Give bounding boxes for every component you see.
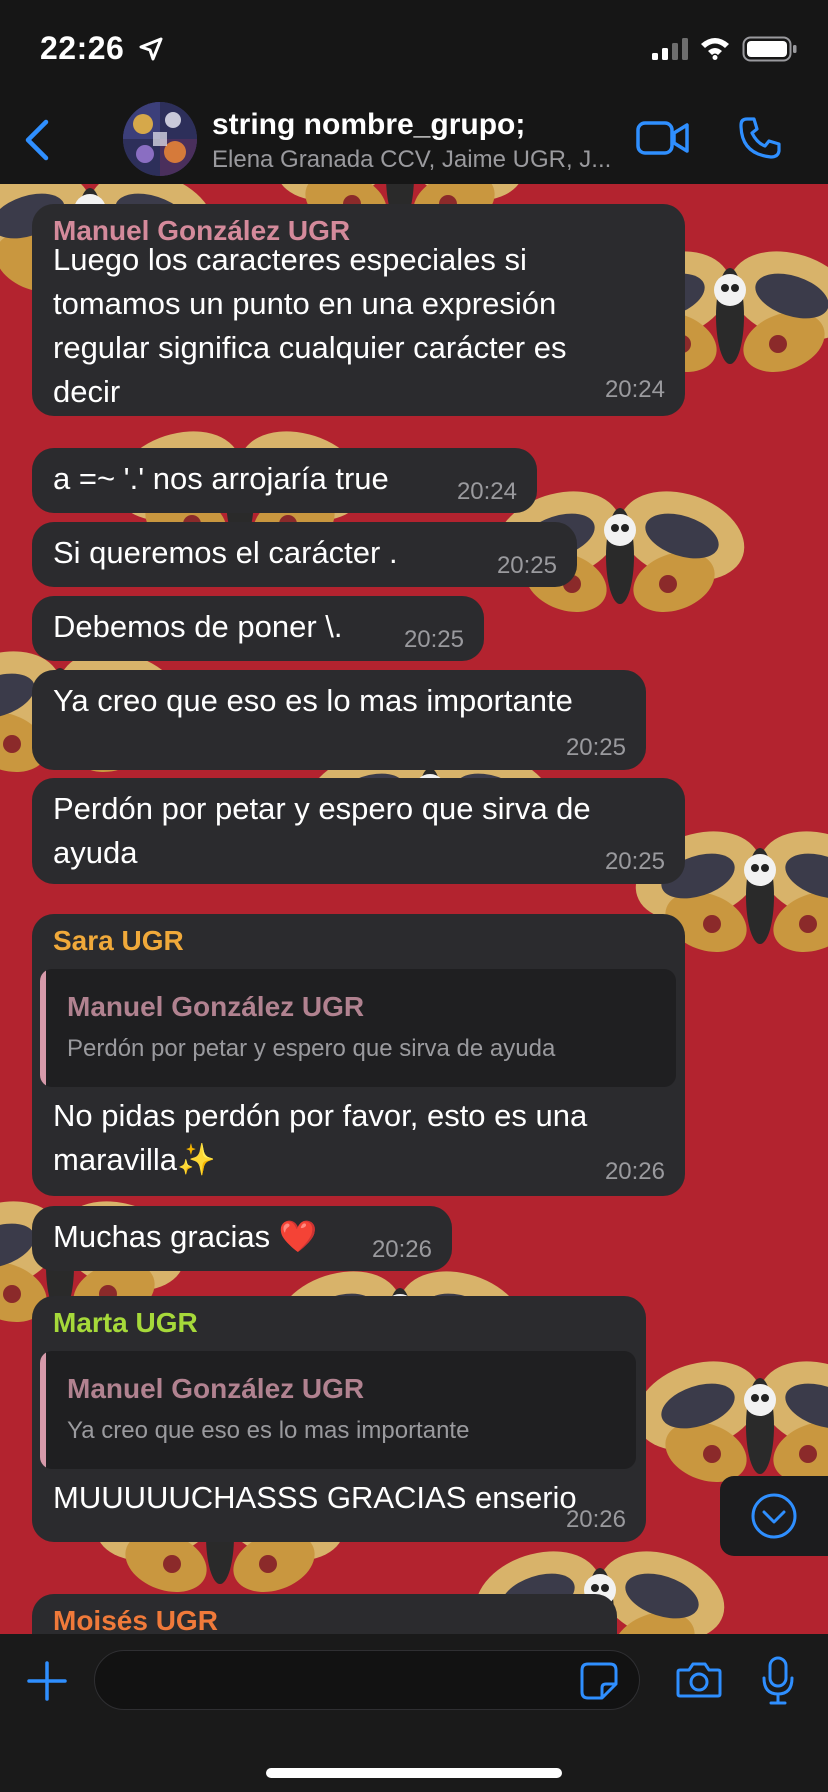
message-sender: Moisés UGR: [53, 1605, 218, 1634]
message-time: 20:25: [604, 848, 665, 875]
message-text-line: ayuda: [53, 835, 138, 870]
message-bubble[interactable]: Moisés UGR: [32, 1594, 617, 1634]
message-time: 20:25: [496, 552, 557, 579]
message-bubble[interactable]: a =~ '.' nos arrojaría true 20:24: [32, 448, 537, 513]
message-sender: Marta UGR: [53, 1307, 198, 1338]
video-call-icon[interactable]: [636, 118, 690, 158]
message-time: 20:25: [565, 734, 626, 761]
quote-bar: [40, 969, 46, 1087]
quoted-text: Ya creo que eso es lo mas importante: [67, 1417, 470, 1444]
chat-header: string nombre_grupo; Elena Granada CCV, …: [0, 96, 828, 185]
status-time: 22:26: [40, 30, 125, 66]
plus-icon[interactable]: [26, 1660, 68, 1702]
message-bubble[interactable]: Debemos de poner \. 20:25: [32, 596, 484, 661]
message-text-line: regular significa cualquier carácter es: [53, 330, 567, 365]
message-bubble[interactable]: Ya creo que eso es lo mas importante 20:…: [32, 670, 646, 770]
quoted-sender: Manuel González UGR: [67, 991, 365, 1022]
message-sender: Sara UGR: [53, 925, 184, 956]
microphone-icon[interactable]: [760, 1656, 796, 1706]
scroll-down-icon: [751, 1493, 797, 1539]
scroll-to-bottom-button[interactable]: [720, 1476, 828, 1556]
group-avatar[interactable]: [123, 102, 197, 176]
group-name[interactable]: string nombre_grupo;: [212, 108, 525, 142]
quoted-message[interactable]: Manuel González UGR Ya creo que eso es l…: [40, 1351, 636, 1469]
message-bubble[interactable]: Perdón por petar y espero que sirva de a…: [32, 778, 685, 884]
signal-icon: [652, 38, 688, 60]
message-bubble[interactable]: Muchas gracias ❤️ 20:26: [32, 1206, 452, 1271]
back-chevron-icon[interactable]: [22, 118, 52, 162]
message-time: 20:26: [604, 1158, 665, 1185]
message-time: 20:25: [403, 626, 464, 653]
message-text-line: tomamos un punto en una expresión: [53, 286, 557, 321]
chat-area[interactable]: Manuel González UGR Luego los caracteres…: [0, 184, 828, 1634]
home-indicator[interactable]: [266, 1768, 562, 1778]
message-time: 20:24: [456, 478, 517, 505]
group-members[interactable]: Elena Granada CCV, Jaime UGR, J...: [212, 146, 611, 174]
message-text-line: Perdón por petar y espero que sirva de: [53, 791, 591, 826]
message-bubble[interactable]: Manuel González UGR Luego los caracteres…: [32, 204, 685, 416]
quoted-text: Perdón por petar y espero que sirva de a…: [67, 1035, 556, 1062]
message-text-line: No pidas perdón por favor, esto es una: [53, 1098, 588, 1133]
location-arrow-icon: [139, 37, 163, 61]
message-time: 20:26: [371, 1236, 432, 1263]
message-input[interactable]: [94, 1650, 640, 1710]
sticker-icon[interactable]: [580, 1662, 618, 1700]
phone-icon[interactable]: [738, 116, 782, 160]
camera-icon[interactable]: [676, 1660, 722, 1700]
quoted-sender: Manuel González UGR: [67, 1373, 365, 1404]
status-bar: 22:26: [0, 0, 828, 96]
message-text-line: maravilla✨: [53, 1142, 216, 1177]
message-text: a =~ '.' nos arrojaría true: [53, 461, 389, 496]
quote-bar: [40, 1351, 46, 1469]
battery-icon: [742, 36, 797, 62]
message-bubble[interactable]: Marta UGR Manuel González UGR Ya creo qu…: [32, 1296, 646, 1542]
message-bubble[interactable]: Sara UGR Manuel González UGR Perdón por …: [32, 914, 685, 1196]
message-time: 20:26: [565, 1506, 626, 1533]
message-text: Ya creo que eso es lo mas importante: [53, 683, 573, 718]
message-text-line: Luego los caracteres especiales si: [53, 242, 527, 277]
message-text: Muchas gracias ❤️: [53, 1219, 318, 1254]
quoted-message[interactable]: Manuel González UGR Perdón por petar y e…: [40, 969, 676, 1087]
message-time: 20:24: [604, 376, 665, 403]
message-bubble[interactable]: Si queremos el carácter . 20:25: [32, 522, 577, 587]
wifi-icon: [701, 38, 729, 60]
message-text: Debemos de poner \.: [53, 609, 343, 644]
message-text-line: decir: [53, 374, 121, 409]
message-text: Si queremos el carácter .: [53, 535, 398, 570]
message-text: MUUUUUCHASSS GRACIAS enserio: [53, 1480, 577, 1515]
